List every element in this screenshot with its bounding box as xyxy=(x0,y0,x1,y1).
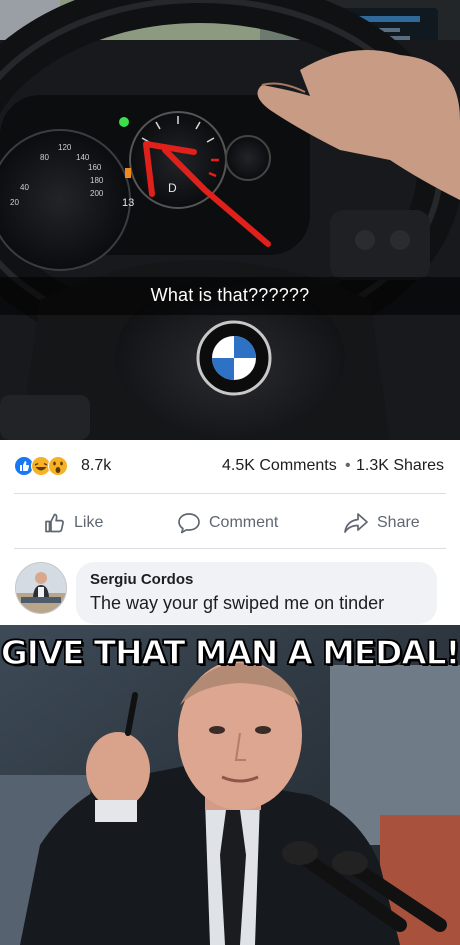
like-button[interactable]: Like xyxy=(44,506,103,540)
divider xyxy=(14,493,446,494)
svg-text:160: 160 xyxy=(88,163,102,172)
post-screenshot: D 13 40 20 80 120 140 160 180 200 What i… xyxy=(0,0,460,945)
svg-text:40: 40 xyxy=(20,183,29,192)
gear-indicator: D xyxy=(168,181,177,195)
snap-caption: What is that?????? xyxy=(150,285,310,305)
svg-text:140: 140 xyxy=(76,153,90,162)
speech-bubble-icon xyxy=(177,512,201,534)
comment-button[interactable]: Comment xyxy=(177,506,278,540)
stats-separator: • xyxy=(345,457,351,474)
reaction-count[interactable]: 8.7k xyxy=(81,457,111,475)
divider xyxy=(14,548,446,549)
svg-text:200: 200 xyxy=(90,189,104,198)
thumbs-up-icon xyxy=(44,512,66,534)
meme-caption: GIVE THAT MAN A MEDAL! xyxy=(0,632,460,672)
comment-label: Comment xyxy=(209,514,279,531)
odometer-reading: 13 xyxy=(122,197,134,209)
wow-icon xyxy=(48,456,68,476)
comment-author[interactable]: Sergiu Cordos xyxy=(90,571,193,588)
svg-text:20: 20 xyxy=(10,198,19,207)
comment-text: The way your gf swiped me on tinder xyxy=(90,593,385,613)
avatar[interactable] xyxy=(15,562,67,614)
share-label: Share xyxy=(377,514,420,531)
car-dashboard-photo: D 13 40 20 80 120 140 160 180 200 xyxy=(0,0,460,440)
svg-text:180: 180 xyxy=(90,176,104,185)
shares-count[interactable]: 1.3K Shares xyxy=(356,457,444,475)
meme-image xyxy=(0,625,460,945)
like-label: Like xyxy=(74,514,104,531)
reaction-icons[interactable] xyxy=(14,456,78,476)
like-icon xyxy=(14,456,34,476)
laugh-icon xyxy=(31,456,51,476)
share-button[interactable]: Share xyxy=(343,506,420,540)
share-arrow-icon xyxy=(343,512,369,534)
svg-text:120: 120 xyxy=(58,143,72,152)
svg-text:80: 80 xyxy=(40,153,49,162)
comments-count[interactable]: 4.5K Comments xyxy=(222,457,337,475)
